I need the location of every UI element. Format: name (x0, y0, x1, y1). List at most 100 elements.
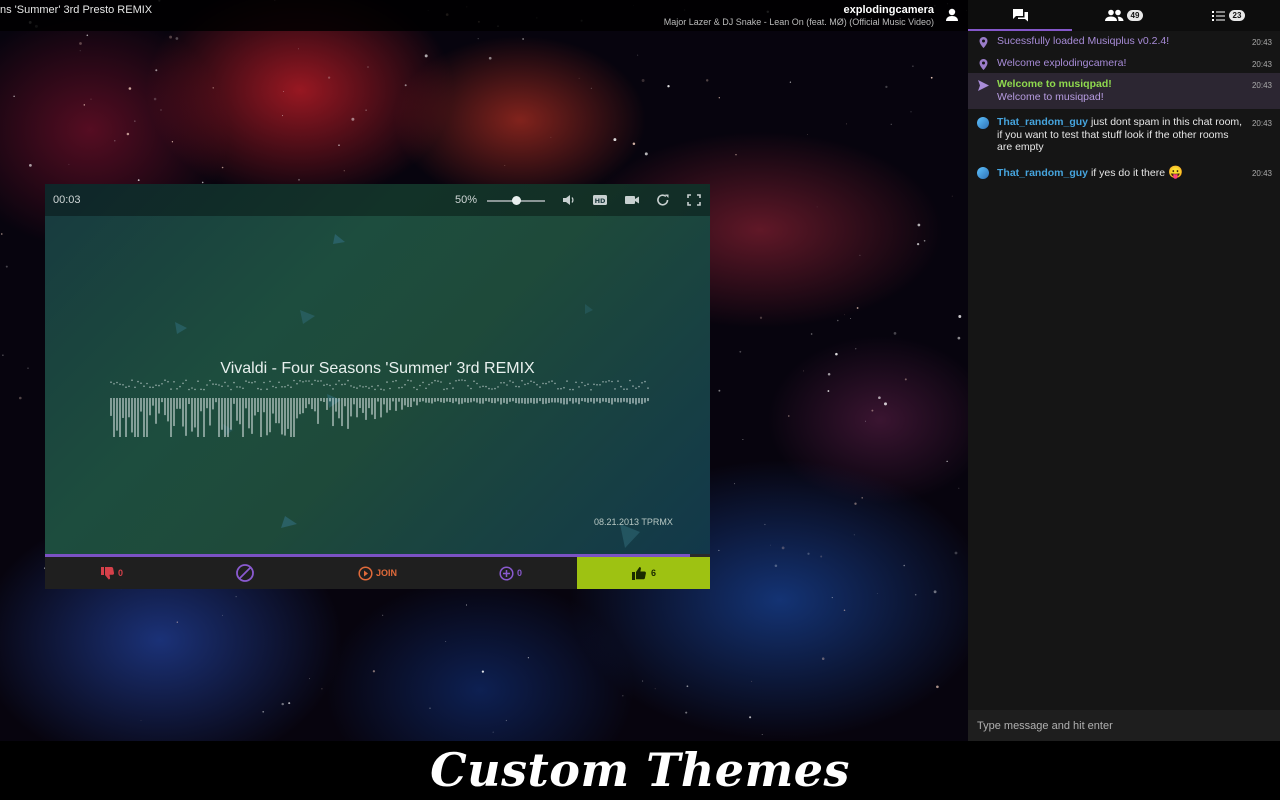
star (827, 390, 830, 392)
wave-dot (383, 389, 385, 391)
fullscreen-icon[interactable] (686, 193, 702, 207)
wave-dot (431, 382, 433, 384)
users-count-badge: 49 (1126, 10, 1144, 21)
wave-dot (113, 383, 115, 385)
grab-button[interactable]: 0 (444, 557, 577, 589)
wave-dot (263, 381, 265, 384)
wave-dot (149, 386, 151, 388)
wave-dot (596, 384, 598, 386)
volume-slider-handle[interactable] (512, 196, 521, 205)
wave-dot (188, 388, 190, 391)
wave-dot (347, 379, 349, 382)
chat-message: Sucessfully loaded Musiqplus v0.2.4! 20:… (968, 32, 1280, 52)
wave-dot (575, 381, 577, 384)
wave-dot (638, 385, 640, 388)
wave-dot (557, 388, 559, 390)
star (734, 483, 736, 485)
wave-dot (530, 380, 532, 382)
star (855, 348, 857, 350)
star (803, 370, 805, 372)
avatar[interactable] (977, 117, 989, 129)
star (160, 109, 162, 111)
broadcast-message: Welcome to musiqpad! Welcome to musiqpad… (968, 73, 1280, 109)
wave-dot (641, 382, 643, 384)
video-control-bar: 00:03 50% HD (45, 184, 710, 216)
star (749, 716, 752, 719)
refresh-icon[interactable] (655, 193, 671, 207)
user-icon[interactable] (944, 7, 960, 23)
meh-button[interactable]: 0 (45, 557, 178, 589)
star (298, 178, 300, 181)
message-timestamp: 20:43 (1251, 168, 1272, 178)
wave-dot (125, 386, 127, 388)
star (590, 87, 593, 89)
star (642, 680, 644, 682)
camera-icon[interactable] (624, 193, 640, 207)
wave-dot (266, 388, 268, 390)
star (742, 439, 744, 441)
wave-dot (413, 386, 415, 389)
grab-count: 0 (516, 568, 522, 578)
chat-messages: Sucessfully loaded Musiqplus v0.2.4! 20:… (968, 32, 1280, 183)
star (175, 37, 179, 40)
star (176, 621, 178, 623)
wave-dot (326, 383, 328, 386)
skip-button[interactable] (178, 557, 311, 589)
wave-dot (629, 379, 631, 382)
wave-dot (194, 388, 196, 391)
wave-dot (593, 383, 595, 386)
wave-dot (398, 387, 400, 389)
star (958, 315, 962, 318)
star (820, 555, 823, 558)
star (79, 42, 82, 45)
star (788, 415, 790, 417)
chat-sidebar: 49 23 Sucessfully loaded Musiqplus v0.2.… (968, 0, 1280, 741)
star (504, 165, 506, 167)
join-button[interactable]: JOIN (311, 557, 444, 589)
wave-dot (242, 387, 244, 390)
wave-dot (230, 388, 232, 391)
hd-icon[interactable]: HD (592, 193, 608, 207)
wave-dot (287, 384, 289, 387)
star (878, 396, 881, 400)
star (137, 179, 140, 182)
wave-dot (521, 379, 523, 382)
wave-dot (350, 385, 352, 387)
video-area[interactable]: Vivaldi - Four Seasons 'Summer' 3rd REMI… (45, 184, 710, 554)
tab-users[interactable]: 49 (1072, 0, 1176, 31)
wave-dot (500, 382, 502, 384)
chat-message-input[interactable] (968, 710, 1280, 741)
wave-dot (608, 380, 610, 382)
wave-dot (569, 388, 571, 391)
speaker-icon[interactable] (561, 193, 577, 207)
chat-username[interactable]: That_random_guy (997, 167, 1088, 179)
wave-dot (533, 381, 535, 384)
star (2, 354, 4, 357)
wave-dot (212, 383, 214, 385)
wave-dot (590, 389, 592, 391)
message-timestamp: 20:43 (1251, 81, 1272, 90)
chat-username[interactable]: That_random_guy (997, 116, 1088, 128)
wave-dot (647, 387, 649, 389)
wave-dot (446, 388, 448, 390)
wave-dot (137, 380, 139, 383)
wave-dot (257, 387, 259, 390)
avatar[interactable] (977, 166, 989, 179)
wave-dot (581, 381, 583, 384)
star (807, 552, 810, 555)
wave-dot (617, 380, 619, 382)
star (751, 680, 753, 682)
star (283, 91, 285, 93)
star (644, 152, 648, 156)
user-name[interactable]: explodingcamera (844, 4, 934, 16)
tab-queue[interactable]: 23 (1176, 0, 1280, 31)
tab-chat[interactable] (968, 0, 1072, 31)
wave-dot (182, 382, 184, 385)
woot-button[interactable]: 6 (577, 557, 710, 589)
wave-dot (452, 387, 454, 389)
wave-dot (467, 385, 469, 387)
wave-dot (239, 386, 241, 388)
wave-dot (167, 380, 169, 383)
elapsed-time: 00:03 (53, 194, 81, 206)
star (718, 97, 720, 99)
